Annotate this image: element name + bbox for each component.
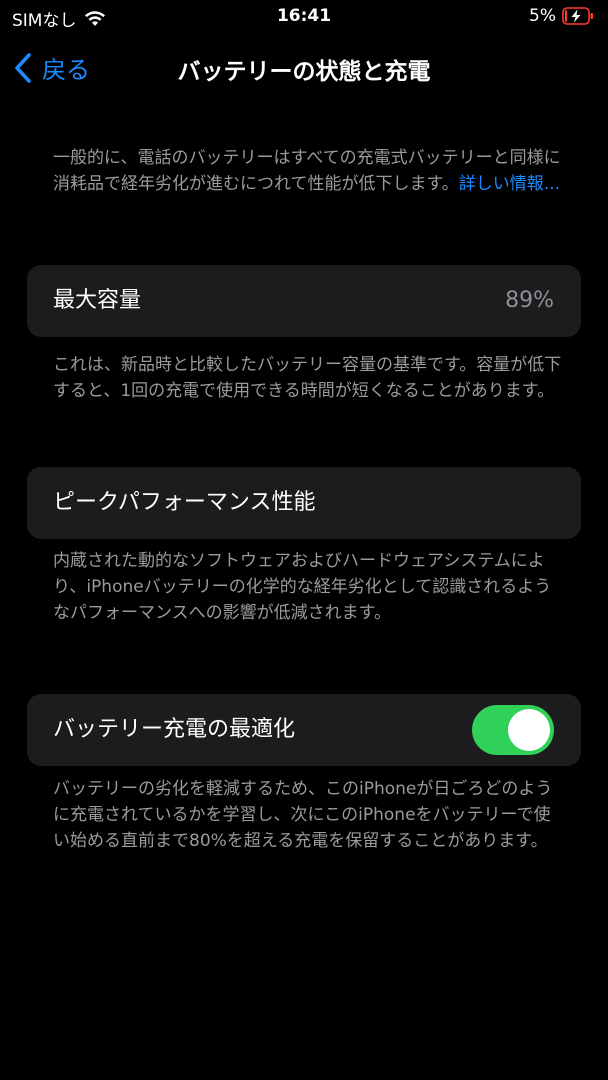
navigation-bar: 戻る バッテリーの状態と充電 bbox=[0, 40, 608, 98]
max-capacity-row: 最大容量 89% bbox=[27, 265, 581, 337]
status-time: 16:41 bbox=[276, 6, 332, 26]
optimized-charging-row: バッテリー充電の最適化 bbox=[27, 694, 581, 766]
page-title: バッテリーの状態と充電 bbox=[177, 59, 431, 85]
max-capacity-value: 89% bbox=[505, 288, 554, 313]
peak-performance-description: 内蔵された動的なソフトウェアおよびハードウェアシステムにより、iPhoneバッテ… bbox=[53, 551, 552, 623]
max-capacity-label: 最大容量 bbox=[53, 288, 142, 313]
optimized-charging-toggle[interactable] bbox=[472, 705, 554, 755]
peak-performance-label: ピークパフォーマンス性能 bbox=[53, 490, 316, 515]
optimized-charging-description: バッテリーの劣化を軽減するため、このiPhoneが日ごろどのように充電されている… bbox=[53, 779, 553, 851]
toggle-knob bbox=[508, 709, 550, 751]
battery-percent: 5% bbox=[529, 6, 556, 26]
max-capacity-description: これは、新品時と比較したバッテリー容量の基準です。容量が低下すると、1回の充電で… bbox=[53, 355, 562, 401]
learn-more-link[interactable]: 詳しい情報... bbox=[459, 174, 560, 194]
optimized-charging-label: バッテリー充電の最適化 bbox=[53, 717, 296, 742]
status-bar: SIMなし 16:41 5% bbox=[0, 0, 608, 34]
battery-charging-icon bbox=[562, 7, 594, 25]
battery-status: 5% bbox=[529, 6, 594, 26]
peak-performance-row: ピークパフォーマンス性能 bbox=[27, 467, 581, 539]
intro-description: 一般的に、電話のバッテリーはすべての充電式バッテリーと同様に消耗品で経年劣化が進… bbox=[53, 145, 563, 197]
